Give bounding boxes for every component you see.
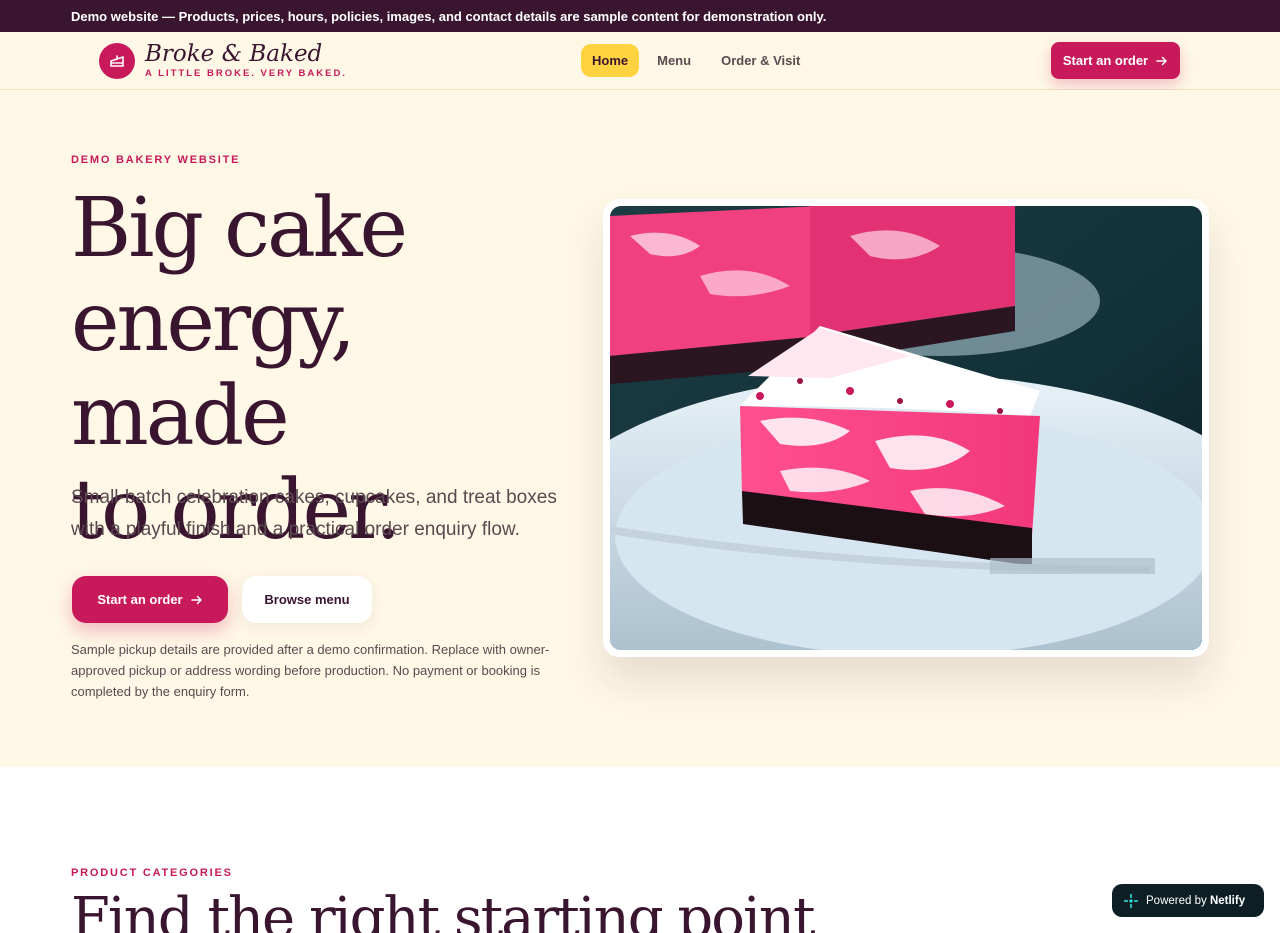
netlify-badge-text: Powered by Netlify bbox=[1146, 895, 1245, 907]
categories-section: PRODUCT CATEGORIES Find the right starti… bbox=[0, 767, 1280, 933]
categories-eyebrow: PRODUCT CATEGORIES bbox=[71, 867, 233, 879]
site-header: Broke & Baked A LITTLE BROKE. VERY BAKED… bbox=[0, 32, 1280, 90]
nav-home[interactable]: Home bbox=[581, 44, 640, 77]
nav-order-visit[interactable]: Order & Visit bbox=[709, 44, 812, 77]
nav-menu[interactable]: Menu bbox=[645, 44, 703, 77]
main-nav: Home Menu Order & Visit bbox=[581, 44, 812, 77]
hero-image-frame bbox=[603, 199, 1209, 657]
hero-start-order-button[interactable]: Start an order bbox=[72, 576, 228, 623]
netlify-badge[interactable]: Powered by Netlify bbox=[1112, 884, 1264, 917]
hero-note: Sample pickup details are provided after… bbox=[71, 642, 550, 699]
brand-text: Broke & Baked A LITTLE BROKE. VERY BAKED… bbox=[145, 42, 347, 79]
cake-slice-icon bbox=[99, 42, 135, 79]
hero-eyebrow: DEMO BAKERY WEBSITE bbox=[71, 154, 241, 166]
hero-lead: Small-batch celebration cakes, cupcakes,… bbox=[71, 487, 557, 540]
demo-banner-text: Demo website — Products, prices, hours, … bbox=[71, 8, 827, 24]
hero-title-line-2: energy, made bbox=[71, 275, 356, 464]
browse-menu-button[interactable]: Browse menu bbox=[242, 576, 372, 623]
header-cta-label: Start an order bbox=[1062, 53, 1149, 68]
brand-name: Broke & Baked bbox=[145, 41, 323, 67]
hero-start-order-label: Start an order bbox=[97, 592, 183, 607]
arrow-right-icon bbox=[190, 595, 202, 604]
demo-banner: Demo website — Products, prices, hours, … bbox=[0, 0, 1280, 32]
brand-home-link[interactable]: Broke & Baked A LITTLE BROKE. VERY BAKED… bbox=[99, 42, 347, 79]
netlify-badge-brand: Netlify bbox=[1209, 894, 1246, 907]
hero-title-line-1: Big cake bbox=[71, 181, 408, 276]
brand-tagline: A LITTLE BROKE. VERY BAKED. bbox=[145, 68, 347, 79]
netlify-icon bbox=[1124, 893, 1138, 908]
header-start-order-button[interactable]: Start an order bbox=[1051, 42, 1180, 79]
arrow-right-icon bbox=[1156, 56, 1167, 65]
categories-title: Find the right starting point bbox=[71, 886, 815, 933]
cake-photo bbox=[610, 206, 1202, 650]
hero-section: DEMO BAKERY WEBSITE Big cake energy, mad… bbox=[0, 90, 1280, 767]
netlify-badge-prefix: Powered by bbox=[1146, 894, 1207, 907]
